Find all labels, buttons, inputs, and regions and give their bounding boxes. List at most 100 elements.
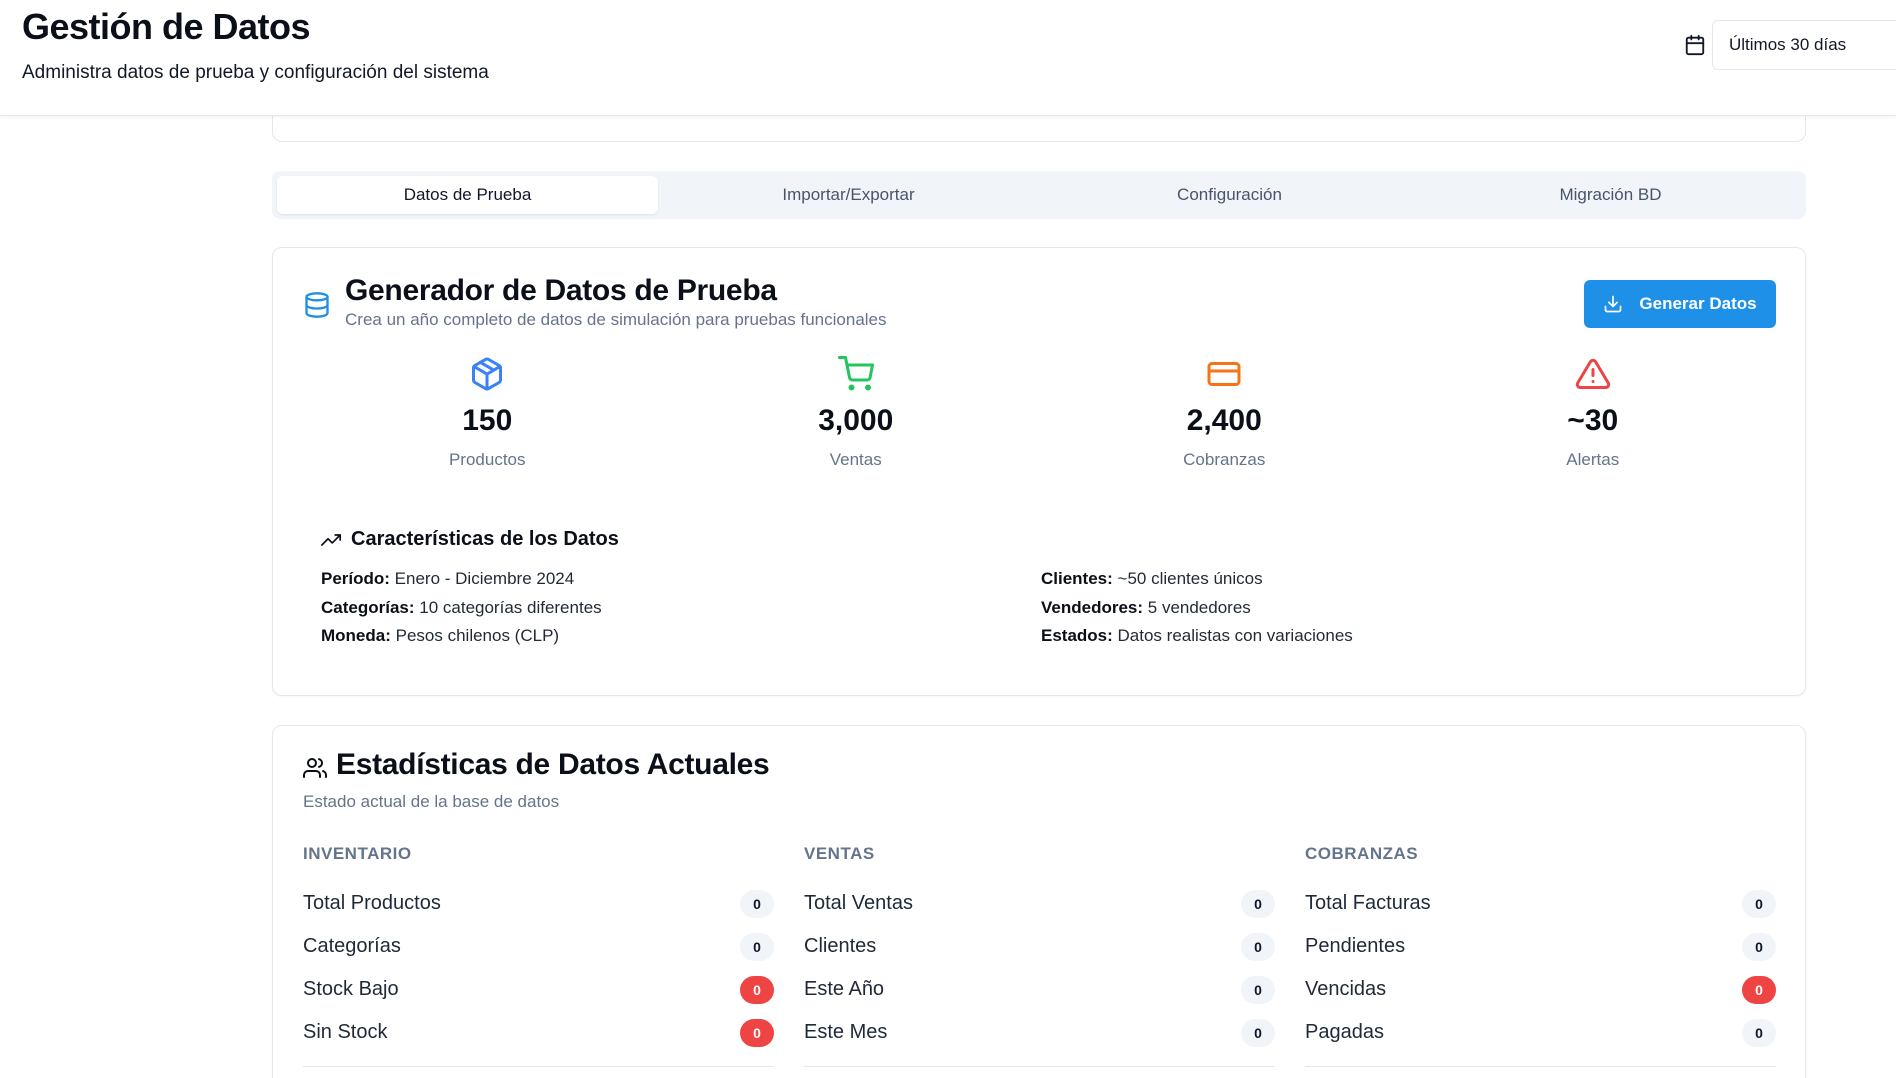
stat-row: Total Facturas 0 xyxy=(1305,882,1776,925)
stat-row: Sin Stock 0 xyxy=(303,1011,774,1054)
data-features: Características de los Datos Período: En… xyxy=(321,528,1761,651)
features-title: Características de los Datos xyxy=(351,528,619,550)
alert-triangle-icon xyxy=(1575,358,1610,389)
feature-value: Datos realistas con variaciones xyxy=(1112,626,1353,645)
tab-datos-de-prueba[interactable]: Datos de Prueba xyxy=(277,176,658,214)
feature-key: Moneda: xyxy=(321,626,391,645)
metric-ventas: 3,000 Ventas xyxy=(672,356,1041,470)
stat-label: Este Mes xyxy=(804,1021,888,1043)
stat-row: Vencidas 0 xyxy=(1305,968,1776,1011)
stat-label: Categorías xyxy=(303,935,401,957)
count-badge: 0 xyxy=(1742,1018,1776,1047)
stat-label: Stock Bajo xyxy=(303,978,399,1000)
feature-key: Clientes: xyxy=(1041,569,1113,588)
database-icon xyxy=(305,292,329,318)
feature-categorias: Categorías: 10 categorías diferentes xyxy=(321,594,1041,623)
count-badge: 0 xyxy=(1241,889,1275,918)
column-heading: COBRANZAS xyxy=(1305,844,1419,863)
stat-row: Total Productos 0 xyxy=(303,882,774,925)
metric-label: Cobranzas xyxy=(1183,450,1266,469)
feature-key: Período: xyxy=(321,569,390,588)
metric-value: 3,000 xyxy=(818,404,894,437)
feature-value: Pesos chilenos (CLP) xyxy=(390,626,560,645)
cart-icon xyxy=(837,356,874,391)
stats-col-cobranzas: COBRANZAS Total Facturas 0 Pendientes 0 Ve… xyxy=(1305,844,1776,1067)
column-divider xyxy=(1305,1066,1776,1067)
feature-estados: Estados: Datos realistas con variaciones xyxy=(1041,622,1761,651)
feature-moneda: Moneda: Pesos chilenos (CLP) xyxy=(321,622,1041,651)
stats-col-ventas: VENTAS Total Ventas 0 Clientes 0 Este Año 0… xyxy=(804,844,1275,1067)
metric-label: Productos xyxy=(448,450,526,469)
column-heading: VENTAS xyxy=(804,844,875,863)
calendar-icon xyxy=(1685,34,1705,56)
stat-row: Categorías 0 xyxy=(303,925,774,968)
metric-label: Alertas xyxy=(1566,450,1620,469)
stats-description: Estado actual de la base de datos xyxy=(303,792,560,811)
count-badge: 0 xyxy=(740,889,774,918)
features-col-right: Clientes: ~50 clientes únicos Vendedores… xyxy=(1041,565,1761,651)
stat-label: Total Ventas xyxy=(804,892,913,914)
feature-key: Estados: xyxy=(1041,626,1113,645)
stat-label: Pagadas xyxy=(1305,1021,1384,1043)
stat-row: Clientes 0 xyxy=(804,925,1275,968)
generate-data-label: Generar Datos xyxy=(1639,294,1757,313)
package-icon xyxy=(472,357,503,391)
stat-label: Sin Stock xyxy=(303,1021,388,1043)
generator-card: Generador de Datos de Prueba Crea un año… xyxy=(272,247,1806,696)
features-col-left: Período: Enero - Diciembre 2024 Categorí… xyxy=(321,565,1041,651)
feature-periodo: Período: Enero - Diciembre 2024 xyxy=(321,565,1041,594)
feature-key: Categorías: xyxy=(321,597,415,617)
stats-columns: INVENTARIO Total Productos 0 Categorías 0 … xyxy=(303,844,1777,1067)
count-badge: 0 xyxy=(1241,975,1275,1004)
metric-value: 150 xyxy=(462,404,513,437)
features-grid: Período: Enero - Diciembre 2024 Categorí… xyxy=(321,565,1761,651)
tab-importar-exportar[interactable]: Importar/Exportar xyxy=(658,176,1039,214)
features-heading: Características de los Datos xyxy=(321,528,1761,551)
stat-row: Stock Bajo 0 xyxy=(303,968,774,1011)
metric-value: 2,400 xyxy=(1186,404,1262,437)
metric-label: Ventas xyxy=(829,450,882,469)
tab-migracion-bd[interactable]: Migración BD xyxy=(1420,176,1801,214)
generator-title: Generador de Datos de Prueba xyxy=(345,274,777,307)
credit-card-icon xyxy=(1207,362,1241,386)
column-divider xyxy=(303,1066,774,1067)
count-badge-danger: 0 xyxy=(1742,975,1776,1004)
download-icon xyxy=(1605,295,1622,313)
stat-label: Vencidas xyxy=(1305,978,1387,1000)
metrics-row: 150 Productos 3,000 Ventas 2,400 Cobranz… xyxy=(303,356,1777,470)
feature-value: Enero - Diciembre 2024 xyxy=(389,569,575,588)
feature-value: 10 categorías diferentes xyxy=(414,597,602,617)
column-heading: INVENTARIO xyxy=(303,844,412,863)
count-badge: 0 xyxy=(740,932,774,961)
stat-row: Este Año 0 xyxy=(804,968,1275,1011)
count-badge: 0 xyxy=(1241,932,1275,961)
count-badge: 0 xyxy=(1742,932,1776,961)
generate-data-button[interactable]: Generar Datos xyxy=(1584,280,1776,328)
trending-up-icon xyxy=(321,533,341,546)
feature-value: 5 vendedores xyxy=(1143,597,1251,617)
feature-vendedores: Vendedores: 5 vendedores xyxy=(1041,594,1761,623)
column-divider xyxy=(804,1066,1275,1067)
stat-row: Total Ventas 0 xyxy=(804,882,1275,925)
metric-productos: 150 Productos xyxy=(303,356,672,470)
stats-title: Estadísticas de Datos Actuales xyxy=(336,748,770,781)
stat-row: Pendientes 0 xyxy=(1305,925,1776,968)
stat-label: Total Productos xyxy=(303,892,441,914)
stats-card: Estadísticas de Datos Actuales Estado ac… xyxy=(272,725,1806,1078)
users-icon xyxy=(303,758,327,778)
feature-value: ~50 clientes únicos xyxy=(1112,569,1263,588)
count-badge-danger: 0 xyxy=(740,1018,774,1047)
count-badge-danger: 0 xyxy=(740,975,774,1004)
stat-label: Este Año xyxy=(804,978,885,1000)
tab-configuracion[interactable]: Configuración xyxy=(1039,176,1420,214)
feature-key: Vendedores: xyxy=(1041,597,1144,617)
generator-description: Crea un año completo de datos de simulac… xyxy=(345,310,887,329)
stats-col-inventario: INVENTARIO Total Productos 0 Categorías 0 … xyxy=(303,844,774,1067)
tab-list: Datos de Prueba Importar/Exportar Config… xyxy=(272,171,1806,219)
count-badge: 0 xyxy=(1742,889,1776,918)
page-subtitle: Administra datos de prueba y configuraci… xyxy=(22,62,489,83)
feature-clientes: Clientes: ~50 clientes únicos xyxy=(1041,565,1761,594)
stat-row: Pagadas 0 xyxy=(1305,1011,1776,1054)
date-range-select[interactable]: Últimos 30 días xyxy=(1712,20,1896,70)
stat-row: Este Mes 0 xyxy=(804,1011,1275,1054)
